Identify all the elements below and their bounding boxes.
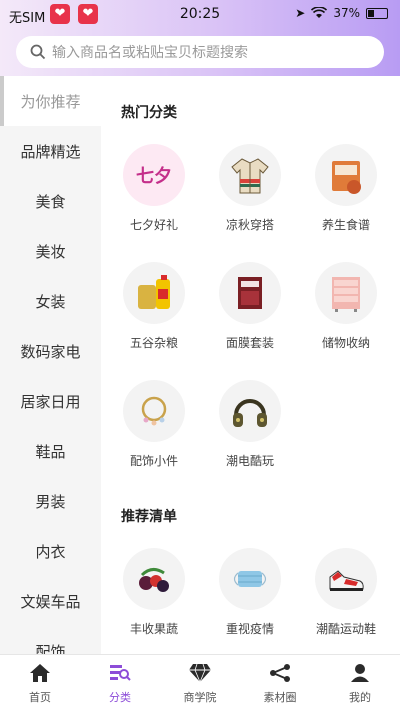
grain-oil-icon <box>123 262 185 324</box>
sidebar-item-recommended[interactable]: 为你推荐 <box>0 76 101 126</box>
battery-icon <box>366 7 388 19</box>
category-tile[interactable]: 面膜套装 <box>210 262 290 351</box>
location-icon: ➤ <box>295 6 306 20</box>
section-title-hot: 热门分类 <box>121 105 177 121</box>
sidebar-item-entertainment[interactable]: 文娱车品 <box>0 576 101 626</box>
sidebar-item-underwear[interactable]: 内衣 <box>0 526 101 576</box>
category-tile[interactable]: 配饰小件 <box>114 380 194 469</box>
face-mask-icon <box>219 262 281 324</box>
storage-drawer-icon <box>315 262 377 324</box>
category-tile[interactable]: 潮酷运动鞋 <box>306 548 386 637</box>
status-bar: 无SIM ❤ ❤ 20:25 ➤ 37% <box>0 0 400 30</box>
wifi-icon <box>311 7 328 18</box>
bottom-tab-bar: 首页 分类 商学院 素材圈 我的 <box>0 654 400 711</box>
sidebar-item-shoes[interactable]: 鞋品 <box>0 426 101 476</box>
sidebar-item-mens[interactable]: 男装 <box>0 476 101 526</box>
sneaker-icon <box>315 548 377 610</box>
category-tile[interactable]: 五谷杂粮 <box>114 262 194 351</box>
home-icon <box>27 661 53 685</box>
status-right: ➤ 37% <box>295 6 388 20</box>
search-placeholder: 输入商品名或粘贴宝贝标题搜索 <box>52 45 248 61</box>
category-tile[interactable]: 凉秋穿搭 <box>210 144 290 233</box>
tab-academy[interactable]: 商学院 <box>160 655 240 711</box>
fruit-icon <box>123 548 185 610</box>
tab-materials[interactable]: 素材圈 <box>240 655 320 711</box>
share-icon <box>267 661 293 685</box>
category-tile[interactable]: 丰收果蔬 <box>114 548 194 637</box>
headphones-icon <box>219 380 281 442</box>
search-input[interactable]: 输入商品名或粘贴宝贝标题搜索 <box>16 36 384 68</box>
header: 无SIM ❤ ❤ 20:25 ➤ 37% 输入商品名或粘贴宝贝标题搜索 <box>0 0 400 76</box>
sidebar-item-womens[interactable]: 女装 <box>0 276 101 326</box>
tab-category[interactable]: 分类 <box>80 655 160 711</box>
category-tile[interactable]: 养生食谱 <box>306 144 386 233</box>
medical-mask-icon <box>219 548 281 610</box>
sidebar-item-beauty[interactable]: 美妆 <box>0 226 101 276</box>
search-icon <box>30 44 46 60</box>
category-tile[interactable]: 储物收纳 <box>306 262 386 351</box>
sidebar-item-brands[interactable]: 品牌精选 <box>0 126 101 176</box>
sidebar-item-electronics[interactable]: 数码家电 <box>0 326 101 376</box>
sidebar-item-food[interactable]: 美食 <box>0 176 101 226</box>
user-icon <box>347 661 373 685</box>
tab-profile[interactable]: 我的 <box>320 655 400 711</box>
jacket-icon <box>219 144 281 206</box>
health-food-icon <box>315 144 377 206</box>
tab-home[interactable]: 首页 <box>0 655 80 711</box>
category-icon <box>107 661 133 685</box>
bracelet-icon <box>123 380 185 442</box>
battery-percent: 37% <box>333 6 360 20</box>
sidebar-item-accessories[interactable]: 配饰 <box>0 626 101 655</box>
diamond-icon <box>187 661 213 685</box>
category-sidebar: 为你推荐 品牌精选 美食 美妆 女装 数码家电 居家日用 鞋品 男装 内衣 文娱… <box>0 76 101 654</box>
category-content: 热门分类 七夕 七夕好礼 凉秋穿搭 养生食谱 五谷杂粮 面膜套装 储物收纳 配饰… <box>101 76 400 654</box>
category-tile[interactable]: 重视疫情 <box>210 548 290 637</box>
sidebar-item-home[interactable]: 居家日用 <box>0 376 101 426</box>
section-title-recommend: 推荐清单 <box>121 509 177 525</box>
qixi-gift-icon: 七夕 <box>123 144 185 206</box>
category-tile[interactable]: 七夕 七夕好礼 <box>114 144 194 233</box>
category-tile[interactable]: 潮电酷玩 <box>210 380 290 469</box>
